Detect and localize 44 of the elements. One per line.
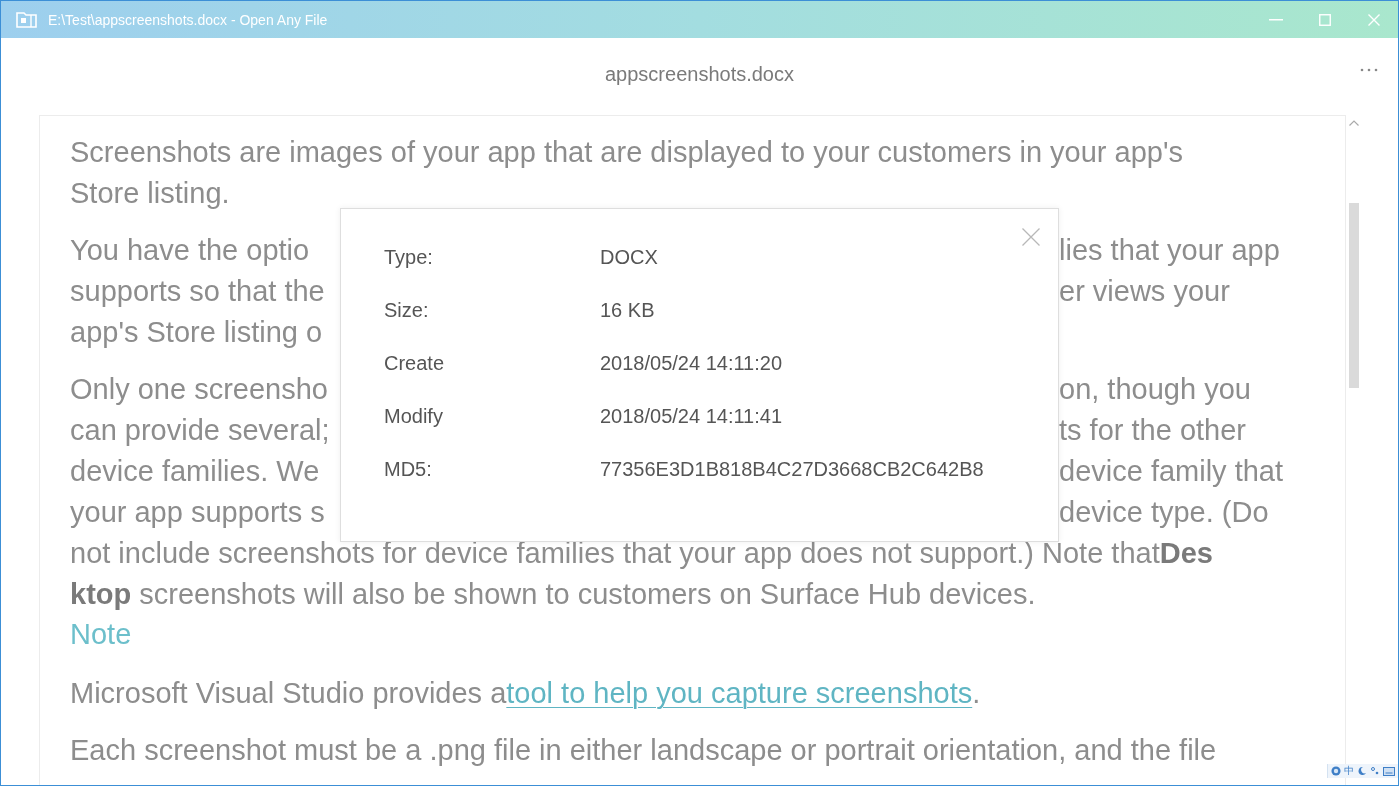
document-title: appscreenshots.docx [605, 62, 794, 86]
paragraph: Each screenshot must be a .png file in either landscape or portrait orientation, and the file [70, 733, 1217, 768]
minimize-icon [1268, 18, 1283, 21]
paragraph-fragment: Only one screensho [70, 372, 328, 407]
note-heading: Note [70, 617, 132, 652]
ime-logo-icon[interactable] [1331, 766, 1341, 776]
paragraph-fragment: can provide several; [70, 413, 330, 448]
paragraph-fragment: ts for the other [1059, 413, 1246, 448]
moon-icon[interactable] [1357, 766, 1367, 776]
property-label: Create [384, 352, 445, 375]
property-value: 16 KB [600, 299, 655, 322]
property-label: MD5: [384, 458, 432, 481]
input-mode-label[interactable]: 中 [1344, 765, 1354, 777]
paragraph-fragment: device family that [1059, 454, 1284, 489]
scrollbar-thumb[interactable] [1349, 203, 1359, 388]
close-icon [1367, 13, 1380, 26]
paragraph-fragment: supports so that the [70, 274, 325, 309]
property-label: Modify [384, 405, 443, 428]
more-icon [1360, 68, 1378, 72]
keyboard-icon[interactable] [1383, 766, 1395, 776]
property-value: 2018/05/24 14:11:20 [600, 352, 783, 375]
punctuation-icon[interactable] [1370, 766, 1380, 776]
paragraph: not include screenshots for device families that your app does not support.) Note thatDes ktop screenshots will also be shown to customers on Surface Hub devices. [70, 536, 1213, 612]
paragraph-fragment: lies that your app [1059, 233, 1280, 268]
folder-icon [16, 11, 37, 28]
paragraph-fragment: device families. We [70, 454, 320, 489]
paragraph: Screenshots are images of your app that are displayed to your customers in your app's Store listing. [70, 135, 1183, 211]
property-value: DOCX [600, 246, 658, 269]
window-title: E:\Test\appscreenshots.docx - Open Any File [48, 11, 328, 28]
property-label: Size: [384, 299, 429, 322]
paragraph-fragment: on, though you [1059, 372, 1251, 407]
paragraph-fragment: You have the optio [70, 233, 310, 268]
paragraph: Microsoft Visual Studio provides atool to help you capture screenshots. [70, 676, 981, 711]
property-value: 2018/05/24 14:11:41 [600, 405, 783, 428]
paragraph-fragment: device type. (Do [1059, 495, 1269, 530]
maximize-icon [1318, 13, 1331, 26]
property-label: Type: [384, 246, 433, 269]
paragraph-fragment: your app supports s [70, 495, 325, 530]
paragraph-fragment: er views your [1059, 274, 1230, 309]
property-value: 77356E3D1B818B4C27D3668CB2C642B8 [600, 458, 984, 481]
close-icon [1022, 228, 1040, 246]
capture-tool-link[interactable]: tool to help you capture screenshots [506, 677, 973, 709]
paragraph-fragment: app's Store listing o [70, 315, 323, 350]
scroll-up-icon[interactable] [1349, 120, 1359, 126]
